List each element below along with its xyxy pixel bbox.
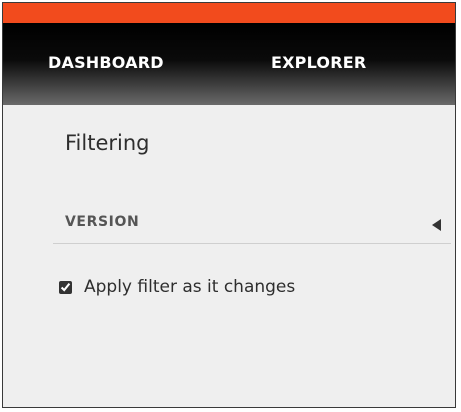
apply-filter-label: Apply filter as it changes <box>84 277 296 297</box>
app-frame: DASHBOARD EXPLORER Filtering VERSION App… <box>2 2 456 408</box>
nav-dashboard-link[interactable]: DASHBOARD <box>48 53 164 72</box>
collapse-arrow-left-icon[interactable] <box>432 219 441 231</box>
top-navigation: DASHBOARD EXPLORER <box>3 23 455 105</box>
apply-filter-option[interactable]: Apply filter as it changes <box>59 275 295 299</box>
version-section-header[interactable]: VERSION <box>53 208 451 244</box>
nav-explorer-link[interactable]: EXPLORER <box>271 53 366 72</box>
accent-bar <box>3 3 455 23</box>
apply-filter-checkbox[interactable] <box>59 280 72 294</box>
panel-title: Filtering <box>65 131 150 155</box>
version-section-label: VERSION <box>65 214 140 230</box>
